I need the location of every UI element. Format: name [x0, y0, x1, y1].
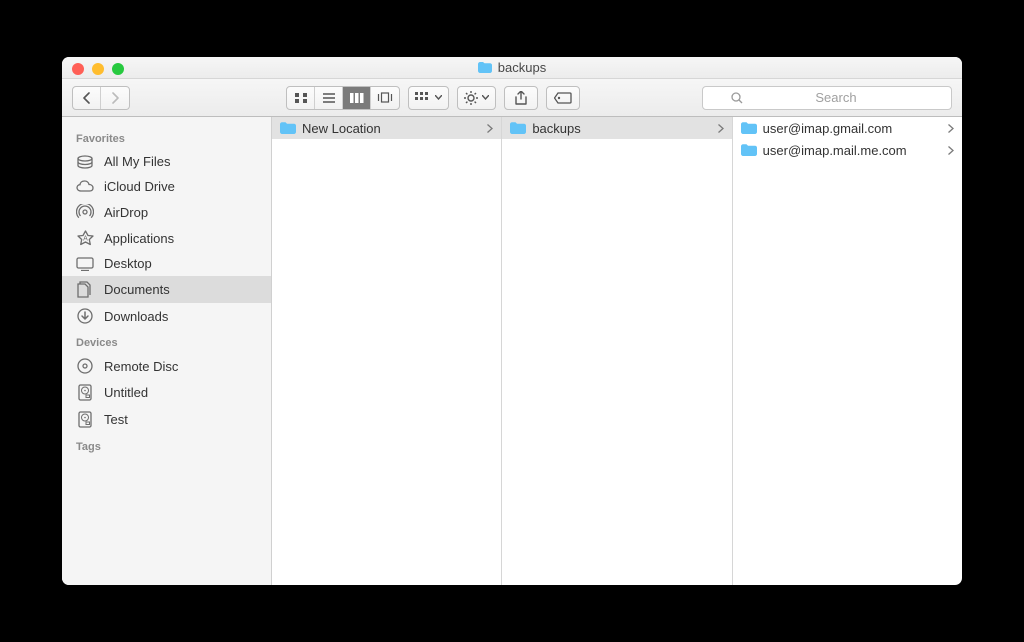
window-title: backups: [478, 60, 546, 75]
desktop-icon: [76, 257, 94, 271]
list-item[interactable]: backups: [502, 117, 731, 139]
sidebar: Favorites All My Files iCloud Drive AirDrop…: [62, 117, 272, 585]
chevron-down-icon: [482, 95, 489, 100]
tags-button[interactable]: [546, 86, 580, 110]
sidebar-section-header: Devices: [62, 329, 271, 353]
column: New Location: [272, 117, 502, 585]
sidebar-item-label: Applications: [104, 231, 174, 246]
remote-disc-icon: [76, 358, 94, 374]
sidebar-item-downloads[interactable]: Downloads: [62, 303, 271, 329]
view-icons-button[interactable]: [287, 87, 315, 109]
view-columns-button[interactable]: [343, 87, 371, 109]
view-list-button[interactable]: [315, 87, 343, 109]
search-input[interactable]: [749, 90, 923, 105]
sidebar-item-documents[interactable]: Documents: [62, 276, 271, 303]
share-button[interactable]: [504, 86, 538, 110]
sidebar-item-applications[interactable]: A Applications: [62, 225, 271, 251]
sidebar-item-label: Downloads: [104, 309, 168, 324]
item-name: user@imap.gmail.com: [763, 121, 893, 136]
traffic-lights: [72, 63, 124, 75]
window-title-text: backups: [498, 60, 546, 75]
search-field[interactable]: [702, 86, 952, 110]
chevron-right-icon: [948, 146, 954, 155]
chevron-right-icon: [487, 124, 493, 133]
sidebar-section-header: Favorites: [62, 125, 271, 149]
applications-icon: A: [76, 230, 94, 246]
folder-icon: [478, 62, 492, 73]
folder-icon: [280, 122, 296, 134]
sidebar-item-label: All My Files: [104, 154, 170, 169]
hdd-icon: [76, 384, 94, 401]
sidebar-item-remote-disc[interactable]: Remote Disc: [62, 353, 271, 379]
list-item[interactable]: user@imap.mail.me.com: [733, 139, 962, 161]
sidebar-item-test[interactable]: Test: [62, 406, 271, 433]
view-coverflow-button[interactable]: [371, 87, 399, 109]
chevron-right-icon: [948, 124, 954, 133]
folder-icon: [741, 144, 757, 156]
sidebar-item-label: iCloud Drive: [104, 179, 175, 194]
sidebar-section-header: Tags: [62, 433, 271, 457]
sidebar-item-label: Desktop: [104, 256, 152, 271]
list-item[interactable]: New Location: [272, 117, 501, 139]
view-mode-segment: [286, 86, 400, 110]
item-name: backups: [532, 121, 580, 136]
action-button[interactable]: [457, 86, 496, 110]
icloud-icon: [76, 180, 94, 193]
chevron-down-icon: [435, 95, 442, 100]
airdrop-icon: [76, 204, 94, 220]
hdd-icon: [76, 411, 94, 428]
list-item[interactable]: user@imap.gmail.com: [733, 117, 962, 139]
documents-icon: [76, 281, 94, 298]
item-name: New Location: [302, 121, 381, 136]
all-my-files-icon: [76, 155, 94, 169]
sidebar-item-label: Test: [104, 412, 128, 427]
nav-back-forward: [72, 86, 130, 110]
sidebar-item-desktop[interactable]: Desktop: [62, 251, 271, 276]
back-button[interactable]: [73, 87, 101, 109]
sidebar-item-icloud-drive[interactable]: iCloud Drive: [62, 174, 271, 199]
window-minimize-button[interactable]: [92, 63, 104, 75]
search-icon: [731, 92, 743, 104]
column: user@imap.gmail.com user@imap.mail.me.com: [733, 117, 962, 585]
sidebar-item-untitled[interactable]: Untitled: [62, 379, 271, 406]
sidebar-item-label: AirDrop: [104, 205, 148, 220]
window-body: Favorites All My Files iCloud Drive AirDrop…: [62, 117, 962, 585]
forward-button[interactable]: [101, 87, 129, 109]
sidebar-item-label: Untitled: [104, 385, 148, 400]
downloads-icon: [76, 308, 94, 324]
sidebar-item-airdrop[interactable]: AirDrop: [62, 199, 271, 225]
sidebar-item-all-my-files[interactable]: All My Files: [62, 149, 271, 174]
toolbar: [62, 79, 962, 117]
titlebar: backups: [62, 57, 962, 79]
folder-icon: [510, 122, 526, 134]
svg-text:A: A: [83, 236, 88, 243]
sidebar-item-label: Remote Disc: [104, 359, 178, 374]
arrange-button[interactable]: [408, 86, 449, 110]
item-name: user@imap.mail.me.com: [763, 143, 907, 158]
sidebar-item-label: Documents: [104, 282, 170, 297]
column: backups: [502, 117, 732, 585]
window-close-button[interactable]: [72, 63, 84, 75]
finder-window: backups: [62, 57, 962, 585]
chevron-right-icon: [718, 124, 724, 133]
window-zoom-button[interactable]: [112, 63, 124, 75]
folder-icon: [741, 122, 757, 134]
columns-browser: New Locationbackupsuser@imap.gmail.comus…: [272, 117, 962, 585]
